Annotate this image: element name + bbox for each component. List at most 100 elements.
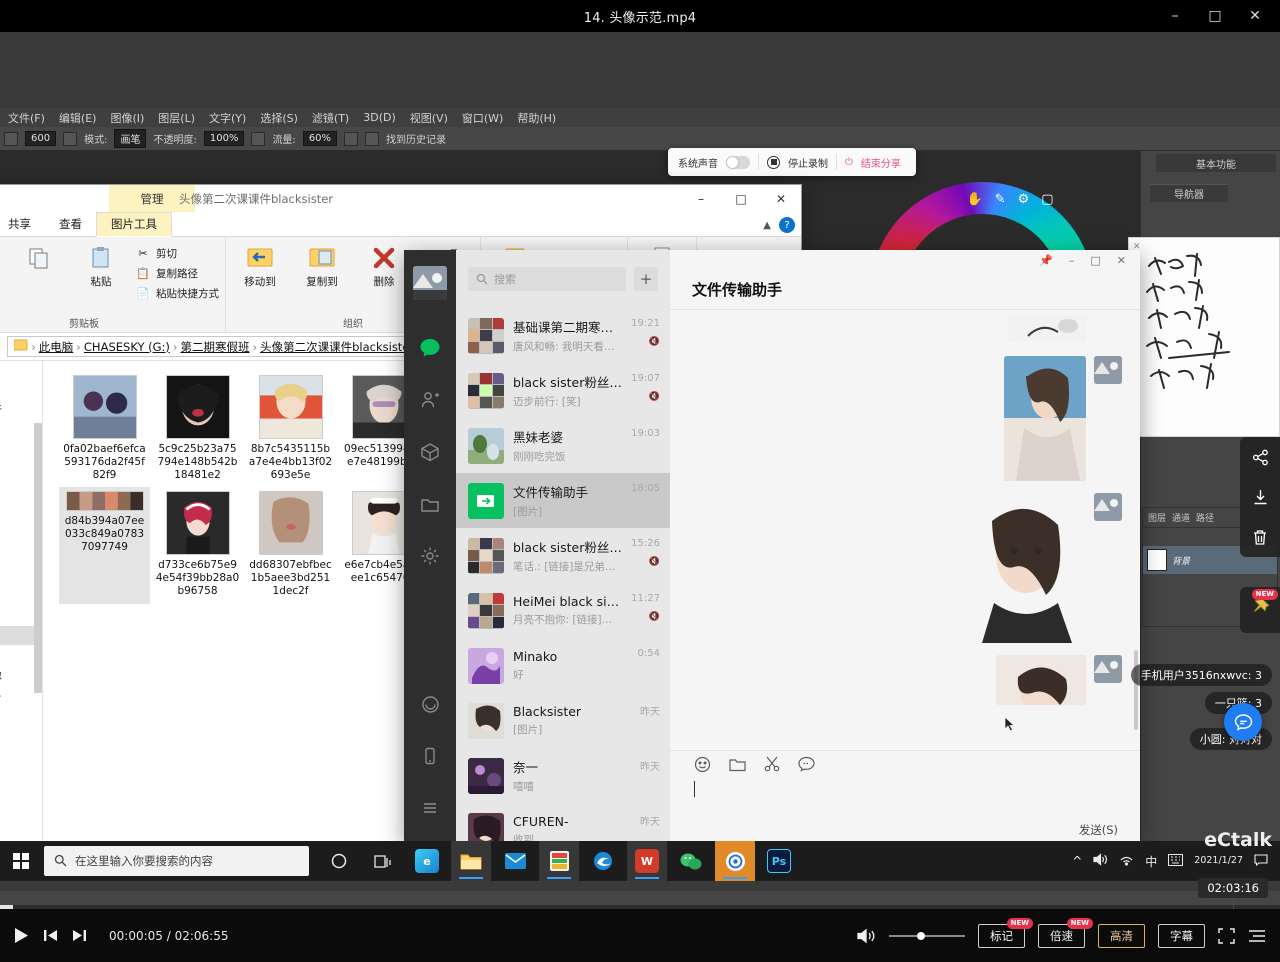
danmu-chat-button[interactable] (1224, 703, 1262, 741)
ps-menu-layer[interactable]: 图层(L) (158, 110, 195, 126)
favorites-icon[interactable] (404, 426, 456, 478)
minimize-icon[interactable]: – (681, 185, 721, 212)
pin-icon[interactable]: 📌 (1039, 254, 1053, 267)
minimize-icon[interactable]: – (1156, 2, 1194, 30)
close-icon[interactable]: ✕ (1117, 254, 1126, 267)
file-item[interactable]: 8b7c5435115ba7e4e4bb13f02693e5e (245, 371, 336, 487)
ps-menu-type[interactable]: 文字(Y) (209, 110, 246, 126)
emoji-icon[interactable] (694, 756, 711, 777)
sidebar-item-1[interactable]: 二次课课件 (0, 397, 42, 419)
ps-menu-image[interactable]: 图像(I) (110, 110, 144, 126)
contacts-icon[interactable] (404, 374, 456, 426)
avatar[interactable] (1094, 356, 1122, 384)
mark-button[interactable]: NEW 标记 (978, 924, 1025, 948)
ime-indicator[interactable]: 中 (1145, 853, 1157, 870)
up-icon[interactable]: ↑ (0, 340, 1, 354)
wps-icon[interactable]: W (627, 841, 667, 881)
move-to-button[interactable]: 移动到 (232, 241, 288, 288)
chat-list-item[interactable]: 奈一 嘻嘻 昨天 (456, 748, 670, 803)
copy-to-button[interactable]: 复制到 (294, 241, 350, 288)
chat-list-item[interactable]: 黑妹老婆 刚刚吃完饭 19:03 (456, 418, 670, 473)
ribbon-tab-view[interactable]: 查看 (45, 213, 96, 236)
ectalk-icon[interactable] (715, 841, 755, 881)
close-icon[interactable]: ✕ (761, 185, 801, 212)
close-icon[interactable]: ✕ (1236, 2, 1274, 30)
ps-menu-help[interactable]: 帮助(H) (517, 110, 556, 126)
file-item[interactable]: dd68307ebfbec1b5aee3bd2511dec2f (245, 487, 336, 603)
chat-list-item[interactable]: Minako 好 0:54 (456, 638, 670, 693)
maximize-icon[interactable]: □ (1090, 254, 1100, 267)
chat-list-item[interactable]: 基础课第二期寒假寒... 唐风和畅: 我明天看录播... 19:21 🔇 (456, 308, 670, 363)
paste-button[interactable]: 粘贴 (73, 241, 129, 288)
system-audio-toggle[interactable] (726, 156, 750, 169)
chat-list-item[interactable]: HeiMei black sister... 月亮不抱你: [链接]甲方... … (456, 583, 670, 638)
add-chat-button[interactable]: + (634, 267, 658, 291)
breadcrumb-this-pc[interactable]: 此电脑 (39, 339, 74, 355)
brush-size-field[interactable]: 600 (25, 131, 56, 146)
video-viewport[interactable]: – ❐ ✕ 文件(F) 编辑(E) 图像(I) 图层(L) 文字(Y) 选择(S… (0, 32, 1280, 909)
ps-menu-file[interactable]: 文件(F) (8, 110, 45, 126)
wechat-icon[interactable] (671, 841, 711, 881)
message-input[interactable] (670, 781, 1140, 842)
breadcrumb-folder-2[interactable]: 头像第二次课课件blacksister (260, 339, 414, 355)
sidebar-item-0[interactable]: sister私密 (0, 365, 42, 387)
file-explorer-icon[interactable] (451, 841, 491, 881)
stop-record-icon[interactable] (767, 156, 780, 169)
previous-icon[interactable] (43, 929, 58, 942)
chat-list-item-file-transfer[interactable]: 文件传输助手 [图片] 18:05 (456, 473, 670, 528)
taskbar-clock[interactable]: 2021/1/27 (1194, 856, 1243, 867)
chat-list-item[interactable]: black sister粉丝群4 迈步前行: [笑] 19:07 🔇 (456, 363, 670, 418)
pressure-opacity-icon[interactable] (251, 132, 265, 146)
speed-button[interactable]: NEW 倍速 (1038, 924, 1085, 948)
folder-icon[interactable] (729, 757, 746, 776)
ps-menu-edit[interactable]: 编辑(E) (59, 110, 97, 126)
share-icon[interactable] (1248, 445, 1272, 469)
copy-path-button[interactable]: 📋 复制路径 (135, 265, 219, 281)
chat-icon[interactable] (404, 322, 456, 374)
file-item[interactable]: 0fa02baef6efca593176da2f45f82f9 (59, 371, 150, 487)
edge-chromium-icon[interactable]: e (407, 841, 447, 881)
send-button[interactable]: 发送(S) (1079, 822, 1118, 838)
delete-icon[interactable] (1248, 525, 1272, 549)
maximize-icon[interactable]: □ (721, 185, 761, 212)
ribbon-tab-picture-tools[interactable]: 图片工具 (96, 212, 172, 237)
stop-record-label[interactable]: 停止录制 (788, 155, 828, 170)
file-item[interactable]: 5c9c25b23a75794e148b542b18481e2 (152, 371, 243, 487)
message-image[interactable] (996, 655, 1086, 705)
file-item[interactable]: d733ce6b75e94e54f39bb28a0b96758 (152, 487, 243, 603)
chat-list-item[interactable]: Blacksister [图片] 昨天 (456, 693, 670, 748)
scissors-icon[interactable] (764, 756, 780, 776)
handwriting-notes-overlay[interactable]: ✕ (1128, 237, 1280, 437)
store-icon[interactable] (539, 841, 579, 881)
pin-button[interactable]: NEW (1240, 587, 1280, 633)
flow-field[interactable]: 60% (303, 131, 337, 146)
download-icon[interactable] (1248, 485, 1272, 509)
chat-list-item[interactable]: CFUREN- 收到 昨天 (456, 803, 670, 842)
navigator-panel-tab[interactable]: 导航器 (1150, 184, 1228, 202)
chat-list-item[interactable]: black sister粉丝2群 笔话.: [链接]是兄弟就来... 15:26… (456, 528, 670, 583)
settings-icon[interactable] (404, 530, 456, 582)
sidebar-item-14[interactable]: 寒假班 (0, 708, 42, 730)
keyboard-icon[interactable] (1168, 854, 1183, 869)
ps-menu-view[interactable]: 视图(V) (410, 110, 448, 126)
copy-button[interactable] (11, 241, 67, 273)
tab-paths[interactable]: 路径 (1196, 511, 1214, 524)
brush-preset-icon[interactable] (4, 132, 18, 146)
avatar[interactable] (1094, 493, 1122, 521)
quality-button[interactable]: 高清 (1098, 924, 1145, 948)
ps-menu-3d[interactable]: 3D(D) (363, 111, 396, 124)
moments-icon[interactable] (404, 678, 456, 730)
mail-icon[interactable] (495, 841, 535, 881)
breadcrumb-folder-1[interactable]: 第二期寒假班 (181, 339, 250, 355)
eraser-icon[interactable]: ▢ (1041, 192, 1053, 207)
avatar[interactable] (1094, 655, 1122, 683)
mode-select[interactable]: 画笔 (114, 129, 146, 148)
windows-start-icon[interactable] (0, 841, 42, 881)
message-image[interactable] (1008, 316, 1086, 342)
sidebar-scrollbar[interactable] (34, 423, 42, 693)
edge-legacy-icon[interactable] (583, 841, 623, 881)
network-icon[interactable] (1119, 853, 1134, 869)
ribbon-tab-share[interactable]: 共享 (0, 213, 45, 236)
hand-icon[interactable]: ✋ (966, 192, 982, 207)
breadcrumb-drive[interactable]: CHASESKY (G:) (84, 340, 170, 354)
